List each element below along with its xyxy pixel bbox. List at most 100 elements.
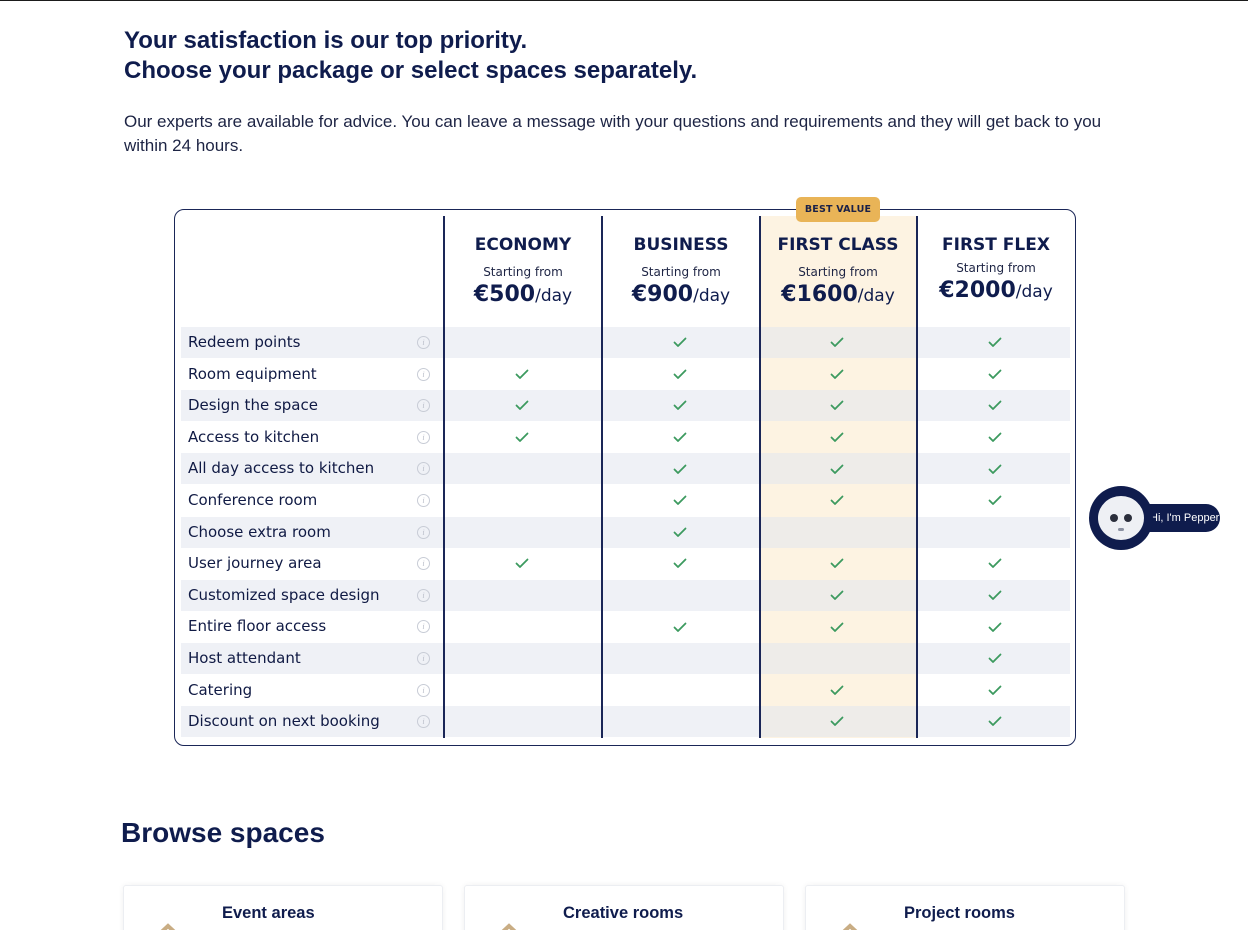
check-icon (759, 548, 915, 579)
check-icon (917, 675, 1073, 706)
info-icon[interactable]: i (417, 494, 430, 507)
browse-spaces-title: Browse spaces (121, 817, 325, 848)
best-value-badge: BEST VALUE (796, 197, 880, 222)
info-icon[interactable]: i (417, 367, 430, 381)
plan-price: €900/day (603, 280, 759, 311)
feature-label: Design the space (188, 396, 318, 415)
plan-price-unit: /day (1015, 282, 1053, 302)
check-icon (602, 359, 758, 390)
check-icon (759, 390, 915, 421)
check-icon (917, 453, 1073, 484)
check-icon (602, 327, 758, 358)
plan-name: FIRST CLASS (777, 235, 899, 255)
intro-text: Our experts are available for advice. Yo… (124, 112, 1102, 155)
feature-label: Choose extra room (188, 522, 331, 541)
feature-row: Customized space design i (181, 579, 1073, 611)
check-icon (917, 643, 1073, 674)
feature-row: Conference room i (181, 485, 1070, 516)
robot-eye (1124, 514, 1132, 522)
plan-economy[interactable]: ECONOMY Starting from €500/day (445, 232, 601, 311)
check-icon (917, 611, 1073, 642)
feature-label: Redeem points (188, 333, 301, 351)
feature-label: Customized space design (188, 585, 380, 604)
feature-label: Room equipment (188, 364, 317, 383)
room-thumbnail-icon (842, 923, 858, 930)
check-icon (917, 327, 1073, 358)
feature-row: Room equipment i (181, 359, 1070, 390)
top-divider (0, 0, 1248, 1)
feature-row: Choose extra room i (181, 516, 1070, 548)
plan-business[interactable]: BUSINESS Starting from €900/day (603, 232, 759, 311)
feature-label: User journey area (188, 554, 322, 573)
info-icon[interactable]: i (417, 399, 430, 413)
feature-label: Entire floor access (188, 617, 327, 636)
info-icon[interactable]: i (417, 336, 430, 349)
info-icon[interactable]: i (417, 620, 430, 634)
feature-row: Access to kitchen i (181, 422, 1070, 453)
space-card-event-areas[interactable]: Event areas (123, 885, 443, 930)
feature-row: Design the space i (181, 390, 1070, 422)
info-icon[interactable]: i (417, 462, 430, 476)
info-icon[interactable]: i (417, 430, 430, 444)
space-card-title: Event areas (222, 904, 315, 922)
check-icon (602, 611, 758, 642)
check-icon (917, 580, 1073, 611)
check-icon (602, 548, 758, 579)
check-icon (759, 485, 915, 516)
feature-row: Host attendant i (181, 643, 1070, 674)
space-card-creative-rooms[interactable]: Creative rooms (464, 885, 784, 930)
check-icon (917, 548, 1073, 579)
check-icon (759, 453, 915, 484)
chat-widget-pepper[interactable]: Hi, I'm Pepper (1089, 486, 1220, 550)
check-icon (759, 675, 915, 706)
chat-widget-label[interactable]: Hi, I'm Pepper (1150, 504, 1219, 532)
check-icon (444, 422, 600, 453)
robot-eye (1110, 514, 1118, 522)
check-icon (602, 422, 758, 453)
check-icon (444, 548, 600, 579)
plan-price-amount: €500 (473, 282, 536, 307)
feature-row: All day access to kitchen i (181, 453, 1073, 485)
info-icon[interactable]: i (417, 588, 430, 602)
plan-price-amount: €2000 (939, 278, 1016, 303)
plan-name: FIRST FLEX (942, 235, 1050, 255)
info-icon[interactable]: i (417, 652, 430, 665)
check-icon (759, 327, 915, 358)
plan-starting-from: Starting from (798, 265, 878, 279)
plan-starting-from: Starting from (483, 265, 563, 279)
check-icon (602, 485, 758, 516)
plan-price: €2000/day (918, 276, 1074, 307)
plan-name: ECONOMY (474, 235, 572, 255)
headline-line-1: Your satisfaction is our top priority. (124, 27, 528, 54)
info-icon[interactable]: i (417, 525, 430, 539)
info-icon[interactable]: i (417, 715, 430, 729)
check-icon (759, 706, 915, 737)
plan-price-unit: /day (857, 286, 895, 306)
plan-first-class[interactable]: FIRST CLASS Starting from €1600/day (760, 232, 916, 311)
plan-price: €500/day (445, 280, 601, 311)
space-card-project-rooms[interactable]: Project rooms (805, 885, 1125, 930)
robot-mouth (1118, 528, 1124, 531)
plan-price: €1600/day (760, 280, 916, 311)
info-icon[interactable]: i (417, 683, 430, 697)
feature-row: Catering i (181, 675, 1070, 706)
check-icon (759, 611, 915, 642)
room-thumbnail-icon (501, 923, 517, 930)
robot-avatar-icon[interactable] (1089, 486, 1153, 550)
plan-starting-from: Starting from (641, 265, 721, 279)
check-icon (759, 580, 915, 611)
headline-line-2: Choose your package or select spaces sep… (124, 57, 698, 84)
feature-label: Conference room (188, 491, 318, 509)
space-card-title: Project rooms (904, 904, 1015, 922)
check-icon (602, 453, 758, 484)
feature-label: Catering (188, 680, 253, 699)
feature-label: Host attendant (188, 649, 301, 667)
feature-label: Access to kitchen (188, 427, 320, 446)
check-icon (444, 390, 600, 421)
plan-price-unit: /day (535, 286, 573, 306)
plan-first-flex[interactable]: FIRST FLEX Starting from €2000/day (918, 232, 1074, 307)
info-icon[interactable]: i (417, 557, 430, 571)
check-icon (602, 390, 758, 421)
check-icon (917, 485, 1073, 516)
check-icon (759, 422, 915, 453)
